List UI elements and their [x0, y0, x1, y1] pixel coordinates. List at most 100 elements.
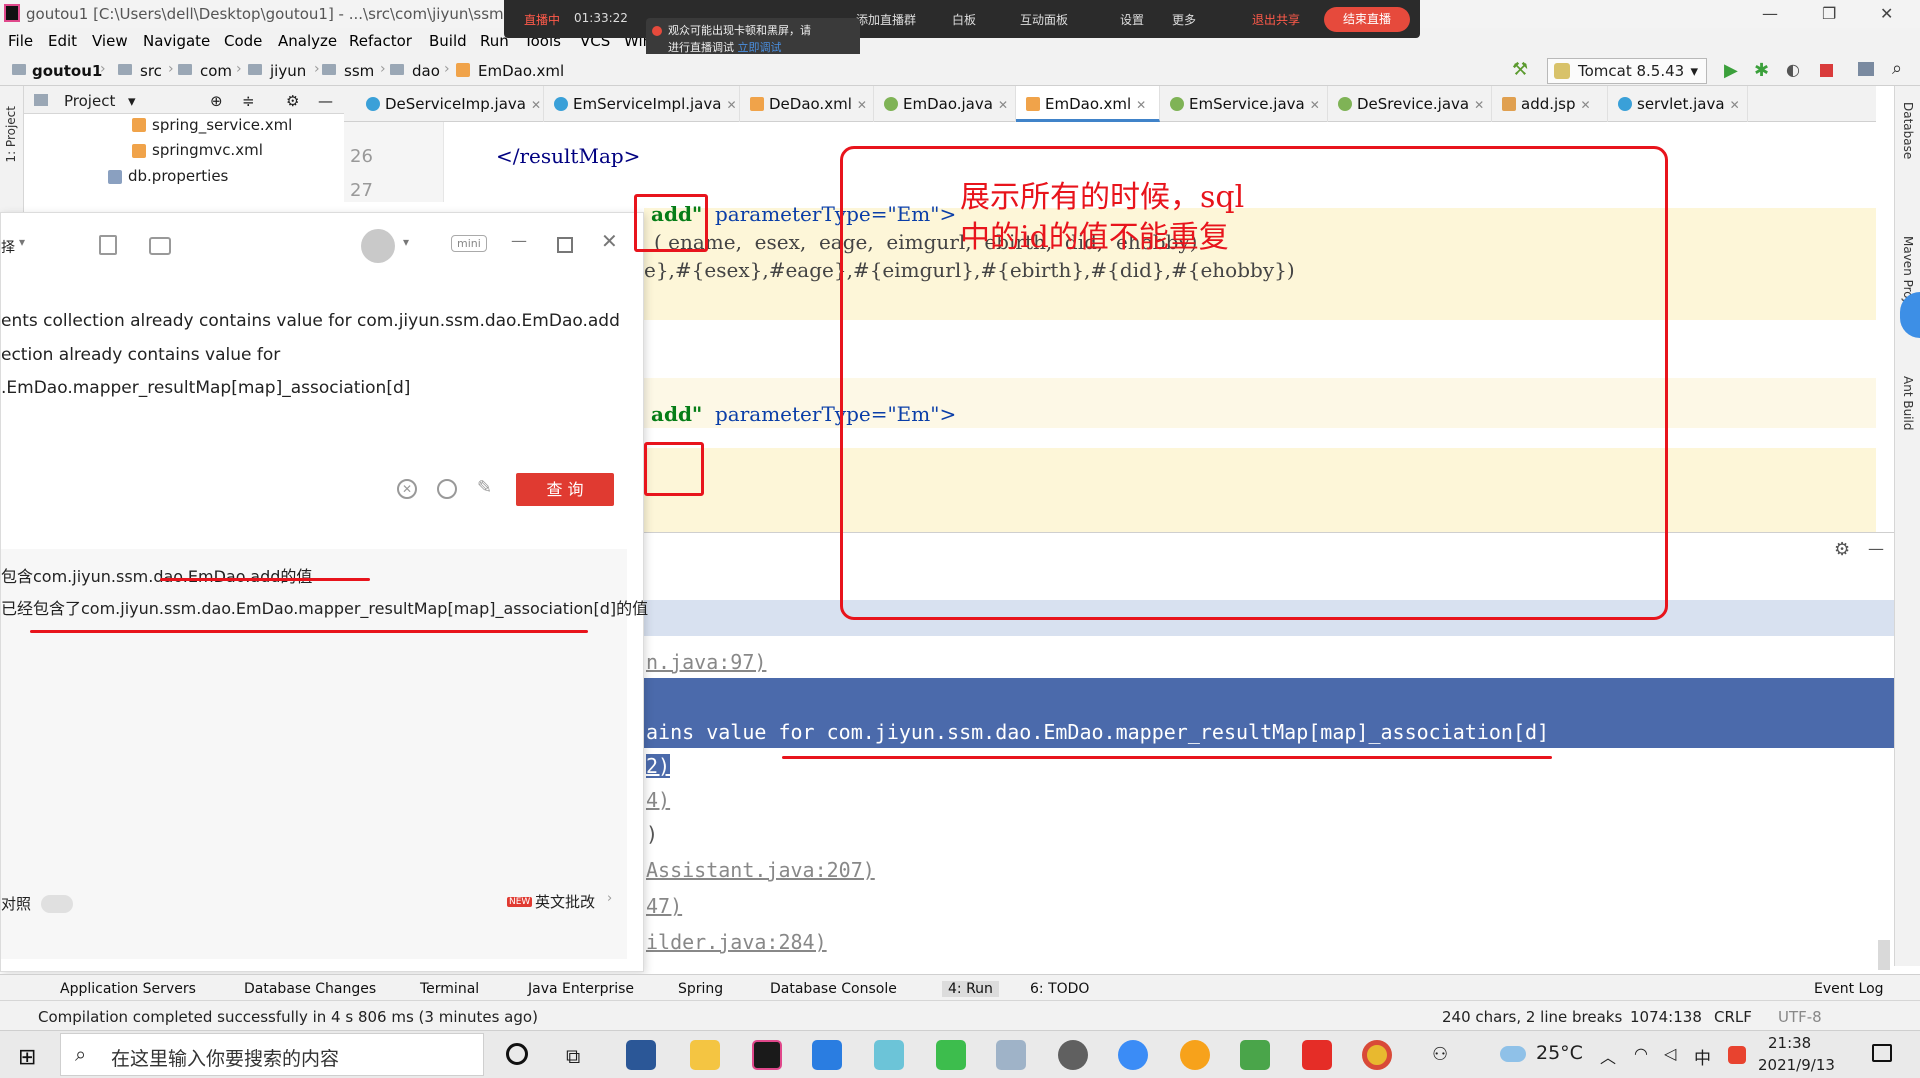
ime-indicator[interactable]: 中 [1694, 1044, 1711, 1069]
query-button[interactable]: 查 询 [516, 473, 614, 506]
locate-icon[interactable]: ⊕ [210, 92, 223, 110]
close-icon[interactable]: ✕ [601, 229, 618, 253]
run-output-line[interactable]: Assistant.java:207) [646, 858, 875, 882]
status-position[interactable]: 1074:138 [1630, 1008, 1702, 1026]
document-icon[interactable] [99, 235, 117, 255]
clear-icon[interactable]: ✕ [397, 479, 417, 499]
tab-desrevice[interactable]: DeSrevice.java ✕ [1328, 86, 1492, 122]
tab-emdao-java[interactable]: EmDao.java ✕ [874, 86, 1016, 122]
breadcrumb-com[interactable]: com [200, 62, 232, 80]
feishu-app-icon[interactable] [1118, 1040, 1148, 1070]
close-tab-icon[interactable]: ✕ [726, 98, 736, 112]
chevron-down-icon[interactable]: ▾ [128, 92, 136, 110]
database-tool-tab[interactable]: Database [1901, 102, 1915, 159]
mode-label[interactable]: 择 [1, 237, 15, 257]
debug-icon[interactable]: ✱ [1754, 60, 1769, 81]
breadcrumb-jiyun[interactable]: jiyun [270, 62, 306, 80]
chrome-app-icon[interactable] [1362, 1040, 1392, 1070]
mini-mode-button[interactable]: mini [451, 235, 487, 252]
project-panel-title[interactable]: Project [64, 92, 115, 110]
tool-spring[interactable]: Spring [678, 981, 723, 997]
orange-app-icon[interactable] [1180, 1040, 1210, 1070]
wifi-icon[interactable]: ◠ [1634, 1044, 1648, 1063]
tab-emserviceimpl[interactable]: EmServiceImpl.java ✕ [544, 86, 740, 122]
status-encoding[interactable]: UTF-8 [1778, 1008, 1822, 1026]
source-text-line[interactable]: ection already contains value for [1, 345, 280, 365]
breadcrumb-project[interactable]: goutou1 [32, 62, 102, 80]
minimize-icon[interactable]: — [1762, 4, 1778, 23]
cloud-app-icon[interactable] [812, 1040, 842, 1070]
run-output-line[interactable]: n.java:97) [646, 650, 766, 674]
close-icon[interactable]: ✕ [1880, 4, 1893, 23]
tool-run[interactable]: 4: Run [942, 981, 999, 997]
project-tool-tab[interactable]: 1: Project [4, 106, 18, 163]
sogou-icon[interactable] [1728, 1046, 1746, 1064]
word-app-icon[interactable] [626, 1040, 656, 1070]
close-tab-icon[interactable]: ✕ [857, 98, 867, 112]
breadcrumb-src[interactable]: src [140, 62, 162, 80]
close-tab-icon[interactable]: ✕ [1310, 98, 1320, 112]
build-hammer-icon[interactable]: ⚒ [1512, 59, 1528, 80]
end-live-button[interactable]: 结束直播 [1324, 7, 1410, 32]
project-structure-icon[interactable] [1858, 62, 1874, 76]
run-icon[interactable]: ▶ [1724, 60, 1738, 81]
hide-icon[interactable]: — [1868, 539, 1884, 558]
close-tab-icon[interactable]: ✕ [531, 98, 541, 112]
menu-navigate[interactable]: Navigate [143, 32, 210, 50]
menu-edit[interactable]: Edit [48, 32, 77, 50]
close-tab-icon[interactable]: ✕ [1730, 98, 1740, 112]
tab-emdao-xml[interactable]: EmDao.xml ✕ [1016, 86, 1160, 122]
clock-time[interactable]: 21:38 [1768, 1034, 1811, 1052]
wechat-app-icon[interactable] [936, 1040, 966, 1070]
close-tab-icon[interactable]: ✕ [1581, 98, 1591, 112]
tool-java-enterprise[interactable]: Java Enterprise [528, 981, 634, 997]
run-output-line[interactable]: 2) [646, 754, 671, 778]
restore-icon[interactable]: ❐ [1822, 4, 1836, 23]
tool-todo[interactable]: 6: TODO [1030, 981, 1089, 997]
tab-servlet[interactable]: servlet.java ✕ [1608, 86, 1748, 122]
tree-item-db-properties[interactable]: db.properties [128, 167, 228, 185]
breadcrumb-ssm[interactable]: ssm [344, 62, 374, 80]
file-explorer-icon[interactable] [690, 1040, 720, 1070]
notification-icon[interactable] [1872, 1044, 1892, 1062]
run-scrollbar[interactable] [1878, 940, 1890, 970]
source-text-line[interactable]: .EmDao.mapper_resultMap[map]_association… [1, 378, 410, 398]
stop-icon[interactable] [1820, 64, 1833, 77]
run-output-line[interactable]: 4) [646, 788, 670, 812]
menu-analyze[interactable]: Analyze [278, 32, 337, 50]
maximize-icon[interactable] [557, 237, 573, 253]
menu-refactor[interactable]: Refactor [349, 32, 412, 50]
ant-build-tool-tab[interactable]: Ant Build [1901, 376, 1915, 430]
cortana-icon[interactable] [506, 1043, 528, 1065]
coverage-icon[interactable]: ◐ [1786, 60, 1800, 79]
network-app-icon[interactable] [874, 1040, 904, 1070]
hide-icon[interactable]: — [318, 92, 333, 110]
minimize-icon[interactable]: — [511, 231, 527, 250]
intellij-app-icon[interactable] [752, 1040, 782, 1070]
close-tab-icon[interactable]: ✕ [998, 98, 1008, 112]
run-config-select[interactable]: Tomcat 8.5.43 ▾ [1547, 58, 1707, 84]
menu-code[interactable]: Code [224, 32, 262, 50]
menu-build[interactable]: Build [429, 32, 467, 50]
gear-icon[interactable]: ⚙ [1834, 539, 1850, 560]
tree-item-spring-service[interactable]: spring_service.xml [152, 116, 292, 134]
breadcrumb-file[interactable]: EmDao.xml [478, 62, 564, 80]
tab-add-jsp[interactable]: add.jsp ✕ [1492, 86, 1608, 122]
gear-icon[interactable]: ⚙ [286, 92, 299, 110]
windows-start-icon[interactable]: ⊞ [18, 1045, 36, 1070]
run-output-line[interactable]: 47) [646, 894, 682, 918]
tray-chevron-icon[interactable]: ︿ [1600, 1044, 1616, 1068]
tab-dedao-xml[interactable]: DeDao.xml ✕ [740, 86, 874, 122]
source-text-line[interactable]: ents collection already contains value f… [1, 311, 620, 331]
tab-emservice[interactable]: EmService.java ✕ [1160, 86, 1328, 122]
tool-event-log[interactable]: Event Log [1814, 981, 1884, 997]
green-app-icon[interactable] [1240, 1040, 1270, 1070]
search-icon[interactable]: ⌕ [1892, 58, 1902, 79]
screenshot-icon[interactable] [149, 237, 171, 255]
tree-item-springmvc[interactable]: springmvc.xml [152, 141, 263, 159]
interactive-panel-item[interactable]: 互动面板 [1020, 11, 1068, 28]
status-line-separator[interactable]: CRLF [1714, 1008, 1752, 1026]
chevron-down-icon[interactable]: ▾ [19, 235, 25, 249]
tool-application-servers[interactable]: Application Servers [60, 981, 196, 997]
whiteboard-item[interactable]: 白板 [952, 11, 976, 28]
